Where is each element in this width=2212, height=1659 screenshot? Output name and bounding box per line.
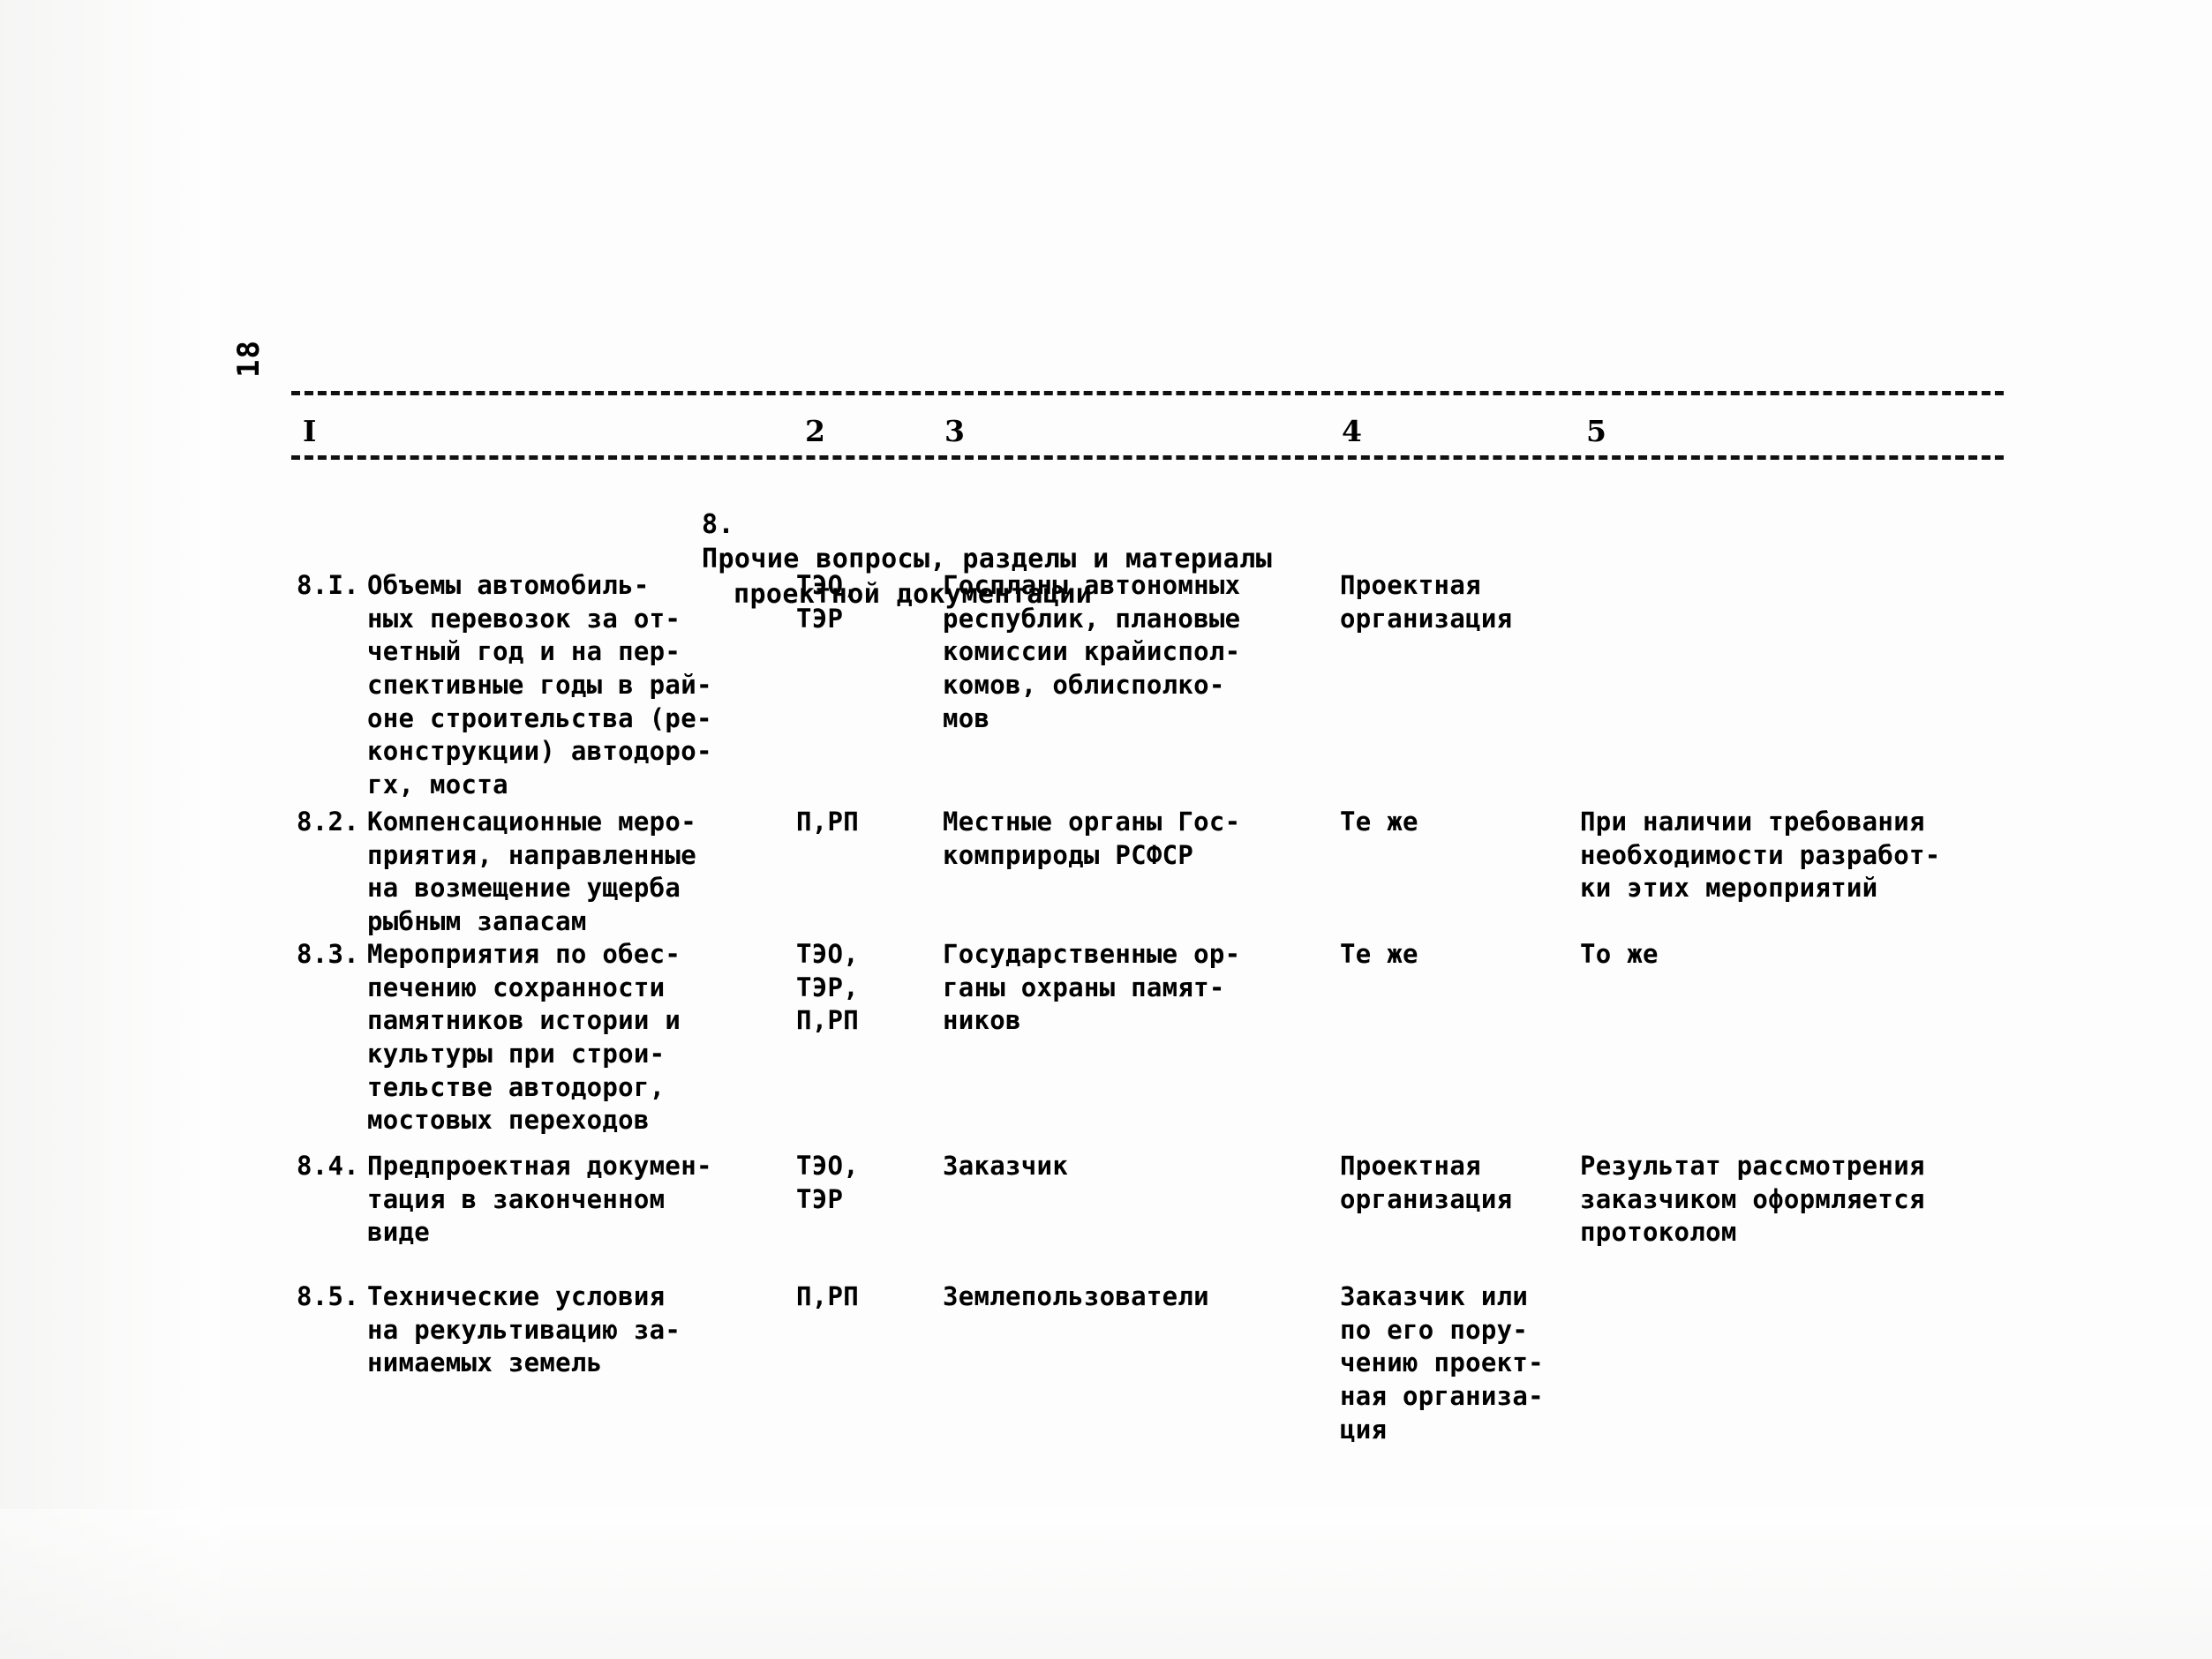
scan-edge-shading-bottom	[0, 1509, 2212, 1659]
column-number-3: 3	[938, 417, 971, 446]
row-source: Госпланы автономных республик, плановые …	[943, 570, 1241, 733]
row-source: Заказчик	[943, 1151, 1069, 1181]
row-item-name: Мероприятия по обес- печению сохранности…	[367, 939, 681, 1136]
section-heading-number: 8.	[702, 508, 734, 540]
row-stage: П,РП	[796, 1281, 860, 1311]
table-rule-top	[291, 391, 2004, 395]
row-item-name: Предпроектная докумен- тация в законченн…	[367, 1151, 712, 1248]
scan-edge-shading-left	[0, 0, 221, 1659]
page-number: 18	[231, 340, 267, 378]
document-page: 18 I 2 3 4 5 8. Прочие вопросы, разделы …	[0, 0, 2212, 1659]
row-note: Результат рассмотрения заказчиком оформл…	[1580, 1151, 1925, 1248]
row-note: При наличии требования необходимости раз…	[1580, 807, 1941, 904]
row-stage: ТЭО, ТЭР	[796, 570, 860, 634]
row-stage: ТЭО, ТЭР, П,РП	[796, 939, 860, 1036]
column-number-5: 5	[1580, 417, 1613, 446]
row-responsible: Проектная организация	[1340, 1151, 1513, 1214]
row-source: Землепользователи	[943, 1281, 1209, 1311]
row-stage: П,РП	[796, 807, 860, 837]
table-rule-under-header	[291, 455, 2004, 460]
row-item-name: Объемы автомобиль- ных перевозок за от- …	[367, 570, 712, 800]
row-responsible: Заказчик или по его пору- чению проект- …	[1340, 1281, 1544, 1445]
row-responsible: Проектная организация	[1340, 570, 1513, 634]
row-stage: ТЭО, ТЭР	[796, 1151, 860, 1214]
row-responsible: Те же	[1340, 807, 1418, 837]
row-note: То же	[1580, 939, 1659, 969]
row-source: Местные органы Гос- комприроды РСФСР	[943, 807, 1241, 870]
row-item-name: Технические условия на рекультивацию за-…	[367, 1281, 681, 1378]
row-responsible: Те же	[1340, 939, 1418, 969]
column-number-1: I	[297, 417, 323, 446]
row-item-name: Компенсационные меро- приятия, направлен…	[367, 807, 696, 937]
column-number-2: 2	[799, 417, 831, 446]
row-source: Государственные ор- ганы охраны памят- н…	[943, 939, 1241, 1036]
column-number-4: 4	[1335, 417, 1368, 446]
